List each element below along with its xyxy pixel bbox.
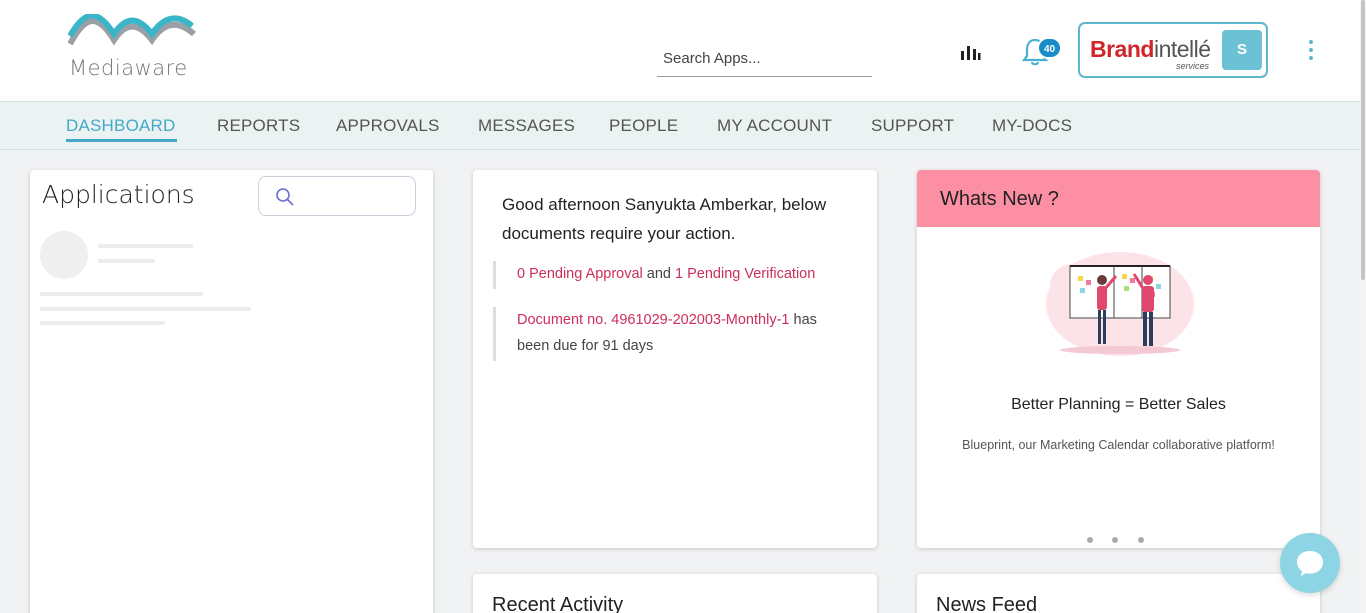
logo-text: Mediaware — [69, 56, 188, 80]
pending-verification-link[interactable]: 1 Pending Verification — [675, 266, 815, 282]
brand-logo-sub: services — [1176, 61, 1210, 71]
slide-description: Blueprint, our Marketing Calendar collab… — [962, 438, 1275, 452]
nav-my-account[interactable]: MY ACCOUNT — [717, 116, 832, 136]
nav-active-indicator — [66, 139, 177, 142]
pending-and-text: and — [646, 266, 671, 282]
brand-logo-part1: Brand — [1090, 36, 1154, 62]
chat-bubble-icon — [1297, 551, 1323, 576]
pending-approval-link[interactable]: 0 Pending Approval — [517, 266, 643, 282]
overdue-document-link[interactable]: Document no. 4961029-202003-Monthly-1 — [517, 312, 789, 328]
pending-summary: 0 Pending Approval and 1 Pending Verific… — [493, 261, 853, 289]
notification-count-badge: 40 — [1037, 37, 1062, 59]
loading-placeholder-line — [98, 244, 193, 248]
scrollbar-thumb[interactable] — [1361, 0, 1365, 280]
mediaware-logo[interactable]: Mediaware — [66, 14, 198, 80]
applications-title: Applications — [42, 180, 195, 209]
bar-chart-icon[interactable] — [959, 43, 981, 61]
loading-placeholder-line — [40, 321, 165, 325]
nav-approvals[interactable]: APPROVALS — [336, 116, 440, 136]
nav-messages[interactable]: MESSAGES — [478, 116, 575, 136]
greeting-text: Good afternoon Sanyukta Amberkar, below … — [502, 195, 827, 243]
brand-logo: Brandintellé — [1090, 36, 1211, 63]
planning-illustration — [1046, 252, 1194, 356]
loading-placeholder-line — [40, 307, 251, 311]
loading-placeholder-line — [98, 259, 155, 263]
chat-button[interactable] — [1280, 533, 1340, 593]
news-feed-card: News Feed — [917, 574, 1320, 613]
nav-reports[interactable]: REPORTS — [217, 116, 300, 136]
whats-new-title: Whats New ? — [940, 188, 1059, 210]
main-nav: DASHBOARD REPORTS APPROVALS MESSAGES PEO… — [0, 101, 1360, 150]
brand-logo-part2: intellé — [1153, 36, 1211, 62]
nav-support[interactable]: SUPPORT — [871, 116, 954, 136]
nav-dashboard[interactable]: DASHBOARD — [66, 116, 176, 136]
user-avatar[interactable]: S — [1222, 30, 1262, 70]
news-feed-title: News Feed — [936, 594, 1038, 613]
more-options-icon[interactable] — [1304, 40, 1318, 64]
nav-people[interactable]: PEOPLE — [609, 116, 678, 136]
loading-placeholder-avatar — [40, 231, 88, 279]
carousel-dot-2[interactable] — [1112, 537, 1118, 543]
pending-actions-card: Good afternoon Sanyukta Amberkar, below … — [473, 170, 877, 548]
nav-my-docs[interactable]: MY-DOCS — [992, 116, 1072, 136]
search-icon — [276, 188, 294, 206]
slide-title: Better Planning = Better Sales — [1011, 396, 1226, 413]
top-header: Mediaware 40 Brandintellé services S — [0, 0, 1360, 101]
recent-activity-card: Recent Activity — [473, 574, 877, 613]
brand-account-switcher[interactable]: Brandintellé services S — [1078, 22, 1268, 78]
applications-card: Applications — [30, 170, 433, 613]
whats-new-card: Whats New ? Better Planning = Better Sal… — [917, 170, 1320, 548]
search-apps-input[interactable] — [657, 40, 872, 77]
loading-placeholder-line — [40, 292, 203, 296]
overdue-document-notice: Document no. 4961029-202003-Monthly-1 ha… — [493, 307, 853, 361]
logo-waves-icon — [68, 14, 196, 46]
whats-new-header: Whats New ? — [917, 170, 1320, 227]
page-scrollbar[interactable] — [1360, 0, 1366, 613]
carousel-dot-1[interactable] — [1087, 537, 1093, 543]
recent-activity-title: Recent Activity — [492, 594, 624, 613]
applications-search-input[interactable] — [258, 176, 416, 216]
carousel-dot-3[interactable] — [1138, 537, 1144, 543]
